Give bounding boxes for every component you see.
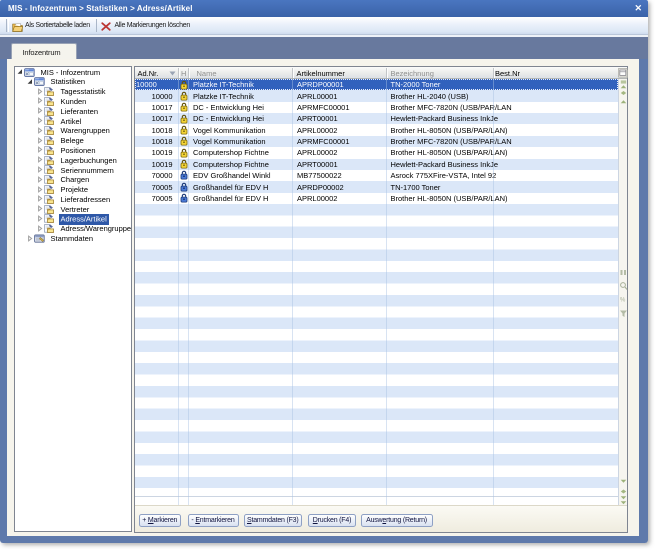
svg-text:%: % xyxy=(620,298,626,304)
